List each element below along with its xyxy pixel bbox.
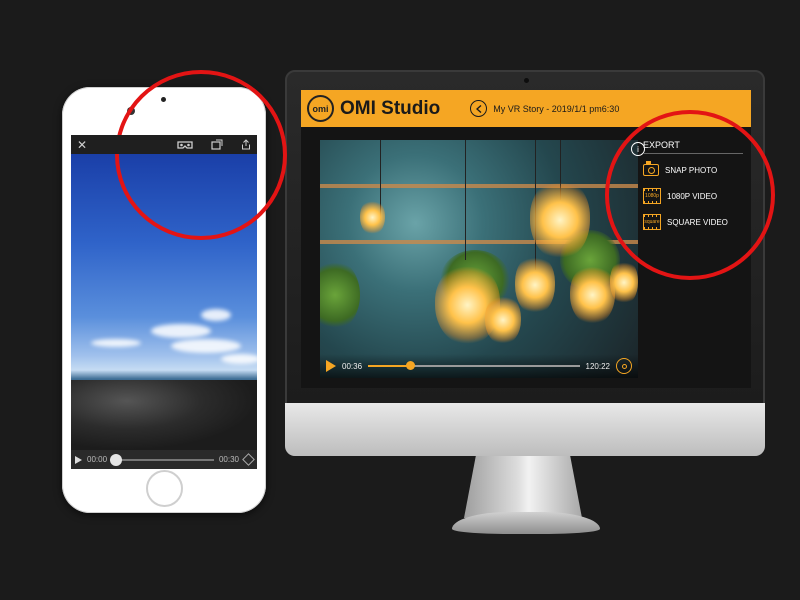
close-icon[interactable]: ✕	[77, 138, 87, 152]
highlight-ring-export-panel	[605, 110, 775, 280]
monitor-chin	[285, 403, 765, 456]
logo-text: omi	[312, 103, 329, 114]
video-player[interactable]: 00:36 120:22	[320, 140, 638, 378]
phone-toolbar: ✕	[71, 135, 257, 154]
coast-rocks	[71, 380, 257, 450]
phone-time-total: 00:30	[218, 455, 239, 464]
back-button[interactable]	[470, 100, 488, 117]
omi-logo: omi	[307, 95, 334, 122]
phone-seek-handle[interactable]	[110, 453, 123, 466]
vr-mode-icon[interactable]	[616, 358, 632, 374]
phone-time-current: 00:00	[87, 455, 108, 464]
monitor-stand-base	[452, 512, 600, 534]
rotate-screen-icon[interactable]	[211, 139, 223, 150]
view-mode-icon[interactable]	[242, 453, 255, 466]
story-title: My VR Story - 2019/1/1 pm6:30	[493, 103, 620, 114]
phone-home-button[interactable]	[146, 470, 183, 507]
app-title: OMI Studio	[340, 97, 441, 119]
video-progress-fill	[368, 365, 411, 367]
highlight-ring-phone-toolbar	[115, 70, 287, 240]
phone-playback-bar: 00:00 00:30	[71, 450, 257, 469]
phone-device: ✕ 00:00 00:30	[62, 87, 266, 513]
share-icon[interactable]	[241, 139, 251, 150]
video-seek-handle[interactable]	[406, 361, 416, 370]
video-time-current: 00:36	[342, 361, 363, 371]
story-breadcrumb: My VR Story - 2019/1/1 pm6:30	[470, 100, 619, 117]
play-icon[interactable]	[326, 360, 336, 372]
vr-goggles-icon[interactable]	[177, 140, 193, 150]
monitor-stand-neck	[464, 456, 582, 518]
chevron-left-icon	[475, 104, 482, 113]
phone-seek-bar[interactable]	[110, 453, 214, 466]
monitor-camera	[524, 78, 529, 83]
play-icon[interactable]	[75, 455, 82, 464]
video-time-total: 120:22	[585, 361, 610, 371]
video-controls: 00:36 120:22	[320, 354, 638, 378]
video-seek-bar[interactable]	[368, 361, 580, 370]
